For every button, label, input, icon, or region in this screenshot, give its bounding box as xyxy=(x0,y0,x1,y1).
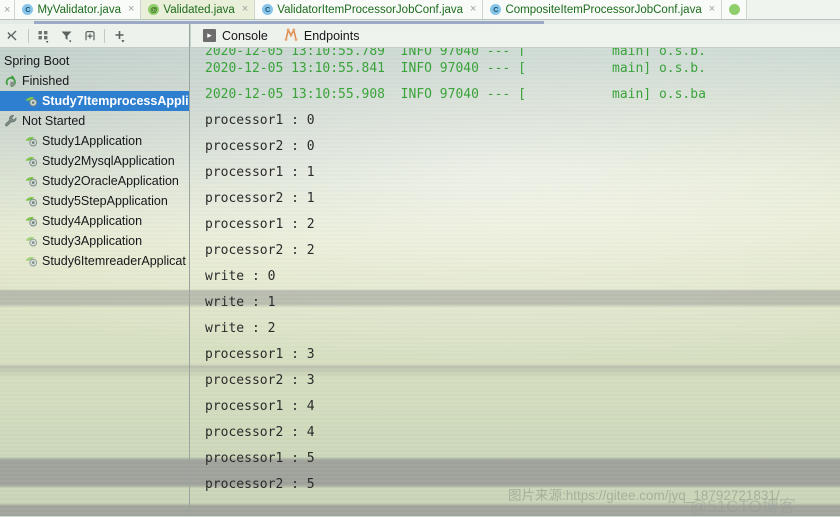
spring-bean-icon xyxy=(24,214,38,228)
tree-item-study6itemreaderapplicat[interactable]: Study6ItemreaderApplicat xyxy=(0,251,189,271)
editor-tab-partial-next[interactable] xyxy=(722,0,747,19)
log-line: 2020-12-05 13:10:55.841 INFO 97040 --- [… xyxy=(205,56,840,82)
log-line: 2020-12-05 13:10:55.908 INFO 97040 --- [… xyxy=(205,82,840,108)
log-line: processor1 : 0 xyxy=(205,108,840,134)
tree-group-label: Finished xyxy=(22,74,69,88)
spring-bean-icon xyxy=(24,234,38,248)
close-icon[interactable]: × xyxy=(470,4,476,15)
editor-tab-bar: × C MyValidator.java × @ Validated.java … xyxy=(0,0,840,20)
editor-tab-label: CompositeItemProcessorJobConf.java xyxy=(505,4,701,16)
log-line: processor2 : 2 xyxy=(205,238,840,264)
editor-tab-validator-item-processor-job-conf[interactable]: C ValidatorItemProcessorJobConf.java × xyxy=(255,0,483,19)
editor-tab-validated[interactable]: @ Validated.java × xyxy=(141,0,255,19)
java-class-icon: C xyxy=(490,4,501,15)
log-line: processor1 : 5 xyxy=(205,446,840,472)
tree-item-label: Study5StepApplication xyxy=(42,194,168,208)
tab-endpoints-label: Endpoints xyxy=(304,29,360,43)
tree-item-study3application[interactable]: Study3Application xyxy=(0,231,189,251)
tab-console-label: Console xyxy=(222,29,268,43)
tree-item-label: Study2MysqlApplication xyxy=(42,154,175,168)
run-dashboard-toolbar xyxy=(0,24,189,48)
close-icon[interactable]: × xyxy=(709,4,715,15)
tree-group-label: Not Started xyxy=(22,114,85,128)
console-icon: ▸ xyxy=(203,29,216,42)
tree-item-label: Study1Application xyxy=(42,134,142,148)
tree-item-label: Study7ItemprocessAppli xyxy=(42,94,189,108)
log-line: processor1 : 4 xyxy=(205,394,840,420)
group-by-icon[interactable] xyxy=(32,25,55,47)
log-line: processor1 : 3 xyxy=(205,342,840,368)
tree-item-label: Study4Application xyxy=(42,214,142,228)
tree-item-label: Study2OracleApplication xyxy=(42,174,179,188)
tree-item-study4application[interactable]: Study4Application xyxy=(0,211,189,231)
tree-item-study2oracleapplication[interactable]: Study2OracleApplication xyxy=(0,171,189,191)
tree-item-label: Study6ItemreaderApplicat xyxy=(42,254,186,268)
tree-item-study7itemprocessappli[interactable]: Study7ItemprocessAppli xyxy=(0,91,189,111)
log-line: write : 1 xyxy=(205,290,840,316)
java-class-icon: C xyxy=(22,4,33,15)
log-line: processor2 : 3 xyxy=(205,368,840,394)
java-class-icon: C xyxy=(262,4,273,15)
java-annotation-icon: @ xyxy=(148,4,159,15)
tree-item-study5stepapplication[interactable]: Study5StepApplication xyxy=(0,191,189,211)
console-log-output[interactable]: 2020-12-05 13:10:55.789 INFO 97040 --- [… xyxy=(191,48,840,516)
editor-tab-label: Validated.java xyxy=(163,4,234,16)
log-line: 2020-12-05 13:10:55.789 INFO 97040 --- [… xyxy=(205,48,840,56)
tree-item-study1application[interactable]: Study1Application xyxy=(0,131,189,151)
toolbar-separator xyxy=(104,29,105,43)
site-watermark: @51CTO博客 xyxy=(690,492,796,517)
close-icon[interactable]: × xyxy=(242,4,248,15)
filter-icon[interactable] xyxy=(55,25,78,47)
spring-bean-icon xyxy=(24,174,38,188)
tab-console[interactable]: ▸ Console xyxy=(201,29,282,43)
console-tab-strip: ▸ Console Endpoints xyxy=(191,24,840,48)
tree-group-not-started[interactable]: Not Started xyxy=(0,111,189,131)
tree-item-study2mysqlapplication[interactable]: Study2MysqlApplication xyxy=(0,151,189,171)
tree-root-spring-boot[interactable]: Spring Boot xyxy=(0,51,189,71)
tree-root-label: Spring Boot xyxy=(4,54,69,68)
collapse-all-icon[interactable] xyxy=(2,25,25,47)
log-line: write : 0 xyxy=(205,264,840,290)
spring-bean-icon xyxy=(24,94,38,108)
run-dashboard-panel: Spring Boot Finished Study7Item xyxy=(0,24,190,516)
add-icon[interactable] xyxy=(108,25,131,47)
spring-bean-icon xyxy=(24,154,38,168)
log-line: processor2 : 4 xyxy=(205,420,840,446)
run-dashboard-tree[interactable]: Spring Boot Finished Study7Item xyxy=(0,48,189,516)
tree-group-finished[interactable]: Finished xyxy=(0,71,189,91)
wrench-icon xyxy=(4,114,18,128)
endpoints-icon xyxy=(284,28,298,44)
spring-bean-icon xyxy=(24,254,38,268)
editor-tab-label: ValidatorItemProcessorJobConf.java xyxy=(277,4,463,16)
run-output-panel: ▸ Console Endpoints 2020-12-05 13:10:55.… xyxy=(191,24,840,516)
add-frame-icon[interactable] xyxy=(78,25,101,47)
close-icon[interactable]: × xyxy=(128,4,134,15)
editor-tab-composite-item-processor-job-conf[interactable]: C CompositeItemProcessorJobConf.java × xyxy=(483,0,722,19)
spring-bean-icon xyxy=(24,134,38,148)
log-line: write : 2 xyxy=(205,316,840,342)
java-annotation-icon xyxy=(729,4,740,15)
log-line: processor2 : 0 xyxy=(205,134,840,160)
log-line: processor1 : 2 xyxy=(205,212,840,238)
spring-bean-icon xyxy=(24,194,38,208)
log-line: processor1 : 1 xyxy=(205,160,840,186)
tree-item-label: Study3Application xyxy=(42,234,142,248)
editor-tab-my-validator[interactable]: C MyValidator.java × xyxy=(15,0,141,19)
editor-tab-label: MyValidator.java xyxy=(37,4,121,16)
rerun-icon xyxy=(4,74,18,88)
tab-endpoints[interactable]: Endpoints xyxy=(282,28,374,44)
tab-scroll-close-icon[interactable]: × xyxy=(0,0,15,19)
log-line: processor2 : 1 xyxy=(205,186,840,212)
toolbar-separator xyxy=(28,29,29,43)
